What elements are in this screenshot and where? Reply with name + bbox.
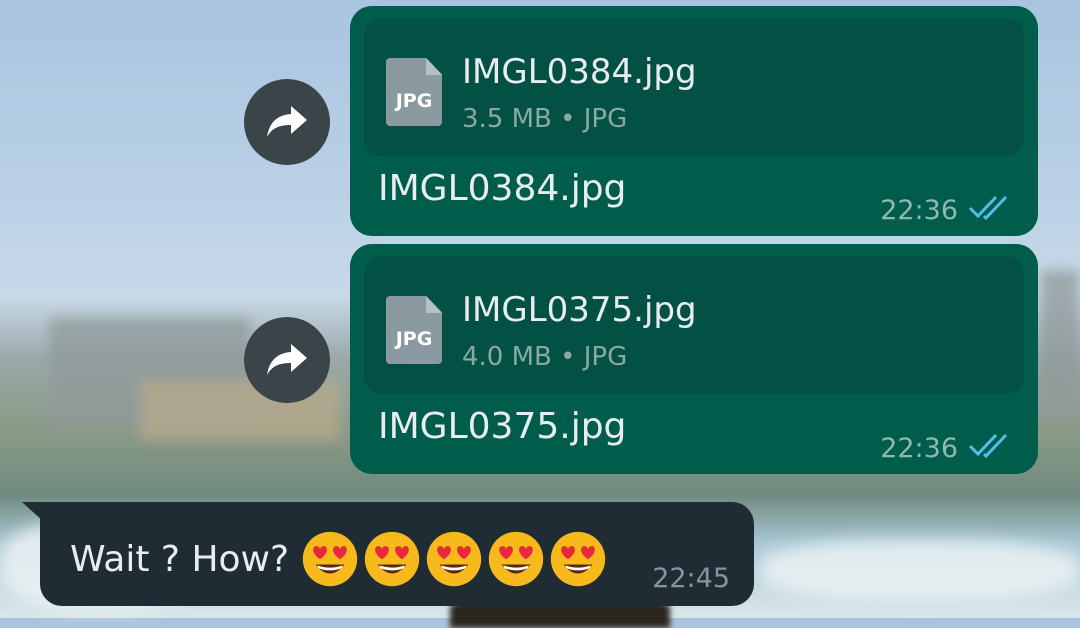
message-time: 22:36 bbox=[880, 195, 958, 226]
file-meta: 3.5 MB • JPG bbox=[462, 104, 628, 134]
double-check-read-icon bbox=[968, 195, 1008, 221]
file-type-label: JPG bbox=[395, 90, 433, 112]
forward-button[interactable] bbox=[244, 317, 330, 403]
file-attachment[interactable]: JPG IMGL0384.jpg 3.5 MB • JPG bbox=[364, 18, 1024, 156]
smiling-face-with-heart-eyes-emoji bbox=[550, 531, 606, 587]
message-caption: IMGL0375.jpg bbox=[378, 406, 627, 447]
forward-button[interactable] bbox=[244, 79, 330, 165]
emoji-row bbox=[301, 530, 607, 588]
message-time: 22:36 bbox=[880, 433, 958, 464]
forward-icon bbox=[267, 106, 307, 137]
smiling-face-with-heart-eyes-emoji bbox=[426, 531, 482, 587]
file-attachment[interactable]: JPG IMGL0375.jpg 4.0 MB • JPG bbox=[364, 256, 1024, 394]
smiling-face-with-heart-eyes-emoji bbox=[364, 531, 420, 587]
smiling-face-with-heart-eyes-emoji bbox=[488, 531, 544, 587]
smiling-face-with-heart-eyes-emoji bbox=[302, 531, 358, 587]
file-meta: 4.0 MB • JPG bbox=[462, 342, 628, 372]
file-name: IMGL0384.jpg bbox=[462, 52, 697, 92]
incoming-message[interactable]: Wait ? How? 22:45 bbox=[40, 502, 754, 606]
message-caption: IMGL0384.jpg bbox=[378, 168, 627, 209]
outgoing-message[interactable]: JPG IMGL0375.jpg 4.0 MB • JPG IMGL0375.j… bbox=[350, 244, 1038, 474]
message-time: 22:45 bbox=[652, 563, 730, 594]
file-type-label: JPG bbox=[395, 328, 433, 350]
file-name: IMGL0375.jpg bbox=[462, 290, 697, 330]
double-check-read-icon bbox=[968, 433, 1008, 459]
message-text: Wait ? How? bbox=[70, 538, 290, 580]
outgoing-message[interactable]: JPG IMGL0384.jpg 3.5 MB • JPG IMGL0384.j… bbox=[350, 6, 1038, 236]
forward-icon bbox=[267, 344, 307, 375]
